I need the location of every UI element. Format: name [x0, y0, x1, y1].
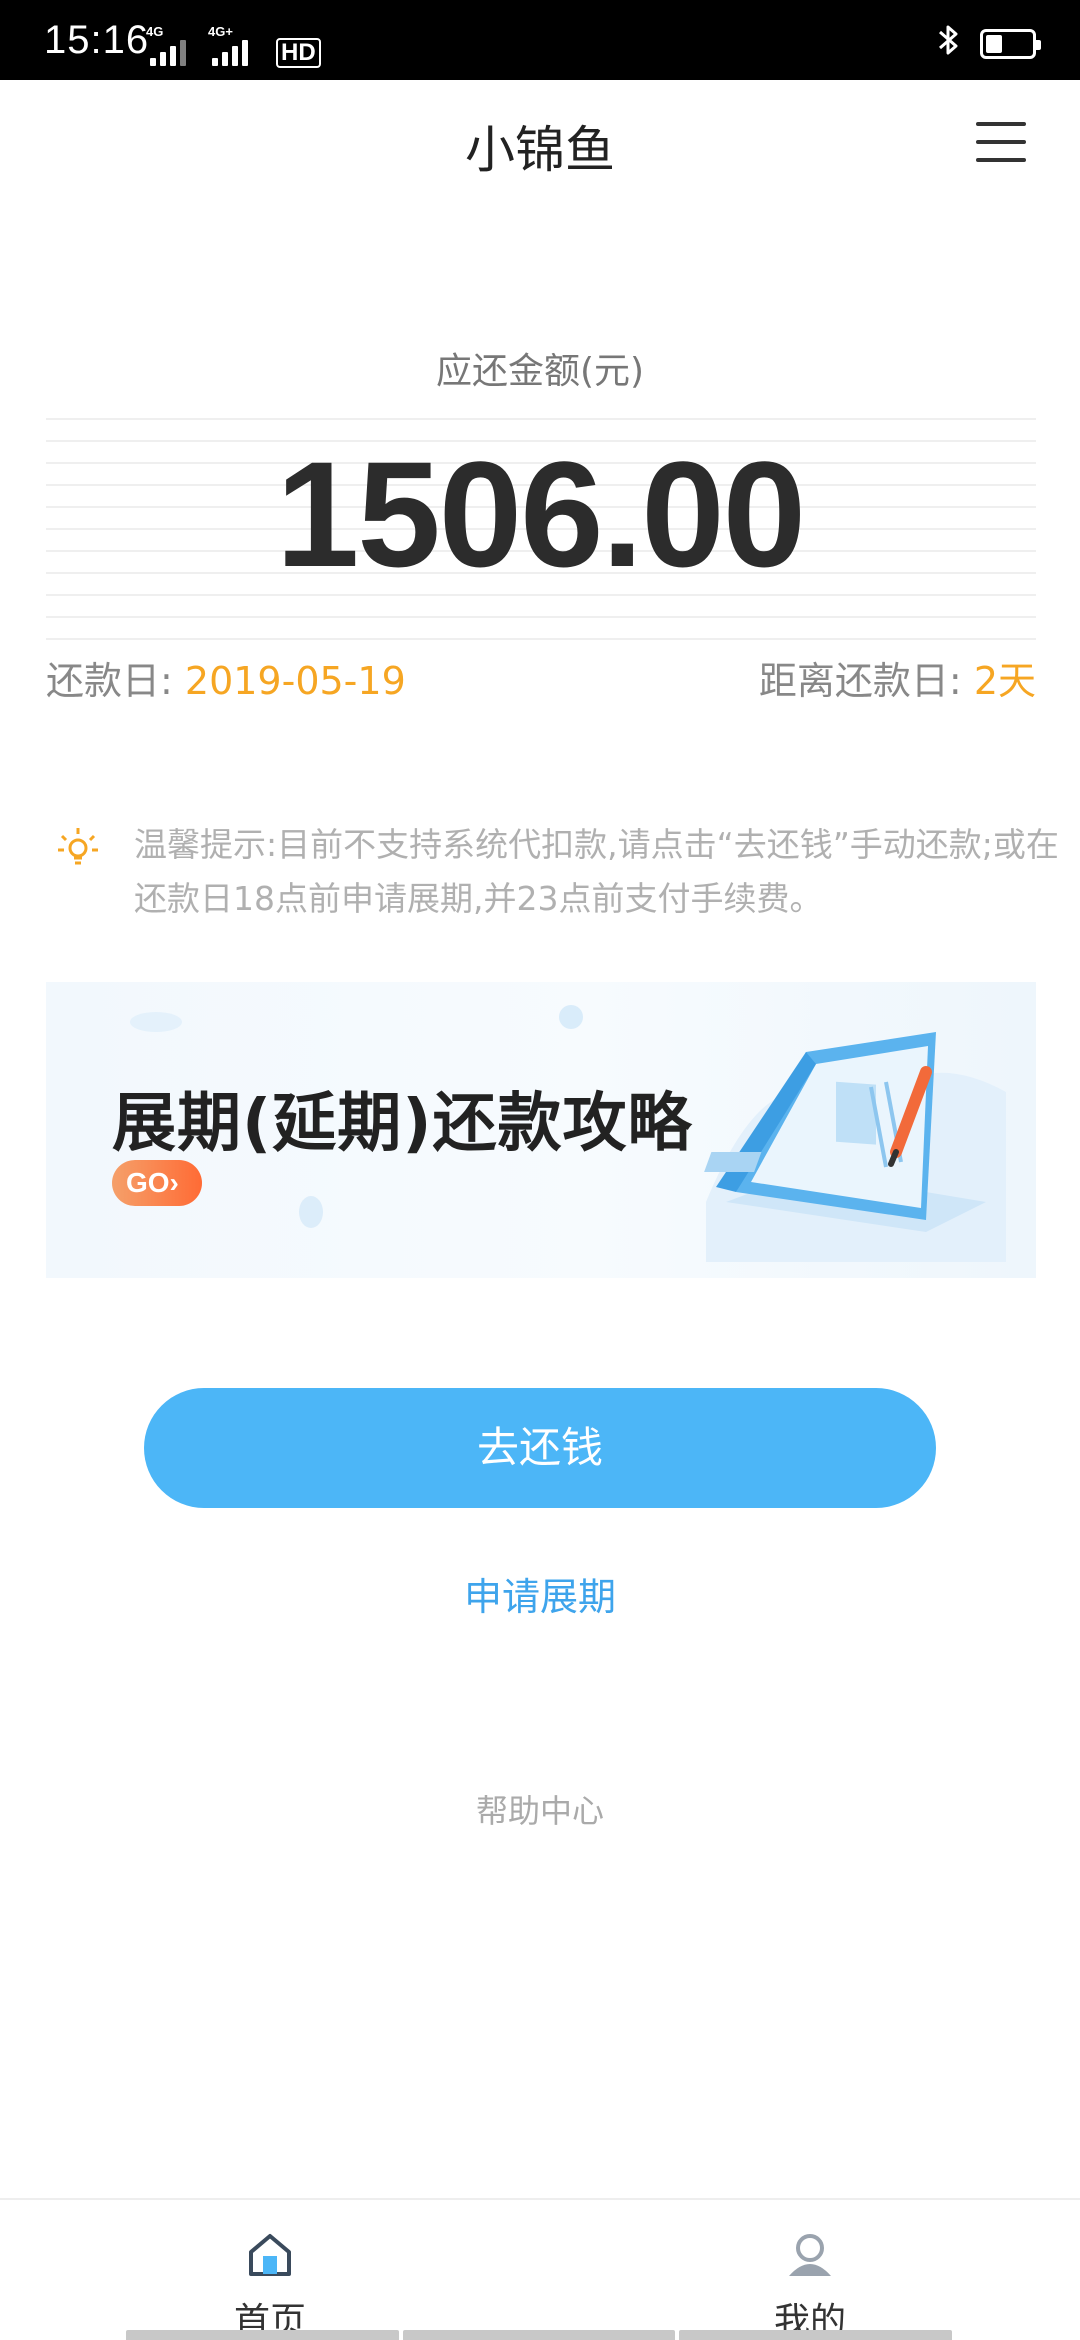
- decor-cloud: [130, 1012, 182, 1032]
- profile-icon: [789, 2234, 831, 2276]
- due-date-value: 2019-05-19: [184, 659, 406, 703]
- tab-profile[interactable]: 我的: [660, 2200, 960, 2340]
- help-center-link[interactable]: 帮助中心: [0, 1786, 1080, 1832]
- extension-guide-banner[interactable]: 展期(延期)还款攻略 GO›: [46, 982, 1036, 1278]
- due-info-row: 还款日: 2019-05-19 距离还款日: 2天: [46, 650, 1036, 706]
- banner-title: 展期(延期)还款攻略: [112, 1087, 693, 1161]
- tip-text: 温馨提示:目前不支持系统代扣款,请点击“去还钱”手动还款;或在还款日18点前申请…: [134, 825, 1059, 918]
- due-date: 还款日: 2019-05-19: [46, 650, 406, 705]
- due-date-label: 还款日:: [46, 659, 173, 703]
- go-badge[interactable]: GO›: [112, 1160, 202, 1206]
- battery-icon: [980, 28, 1041, 59]
- book-illustration-icon: [704, 1032, 1006, 1262]
- status-right-icons: [936, 22, 1041, 65]
- pay-button[interactable]: 去还钱: [144, 1388, 936, 1508]
- menu-icon[interactable]: [976, 122, 1026, 162]
- days-left: 距离还款日: 2天: [759, 650, 1036, 705]
- lightbulb-icon: [58, 828, 98, 865]
- tab-home[interactable]: 首页: [120, 2200, 420, 2340]
- signal-icon: 4G+: [208, 24, 260, 68]
- home-icon: [249, 2234, 291, 2276]
- bluetooth-icon: [936, 22, 962, 65]
- status-bar: 15:16 4G 4G+ HD: [0, 0, 1080, 80]
- amount-due: 1506.00: [275, 430, 806, 598]
- days-left-label: 距离还款日:: [758, 659, 962, 703]
- signal-icon: 4G: [146, 24, 198, 68]
- amount-label: 应还金额(元): [435, 351, 645, 392]
- system-nav-strip: [126, 2330, 953, 2340]
- app-header: 小锦鱼: [0, 80, 1080, 206]
- decor-bubble: [559, 1005, 583, 1029]
- signal-label: 4G+: [208, 24, 233, 39]
- apply-extension-link[interactable]: 申请展期: [0, 1566, 1080, 1621]
- days-left-value: 2天: [973, 659, 1036, 703]
- hd-icon: HD: [276, 38, 321, 68]
- status-time: 15:16: [44, 18, 150, 62]
- decor-bubble: [299, 1196, 323, 1228]
- page-title: 小锦鱼: [465, 121, 615, 179]
- status-left-icons: 4G 4G+ HD: [146, 24, 321, 68]
- bottom-tab-bar: 首页 我的: [0, 2198, 1080, 2340]
- signal-label: 4G: [146, 24, 164, 39]
